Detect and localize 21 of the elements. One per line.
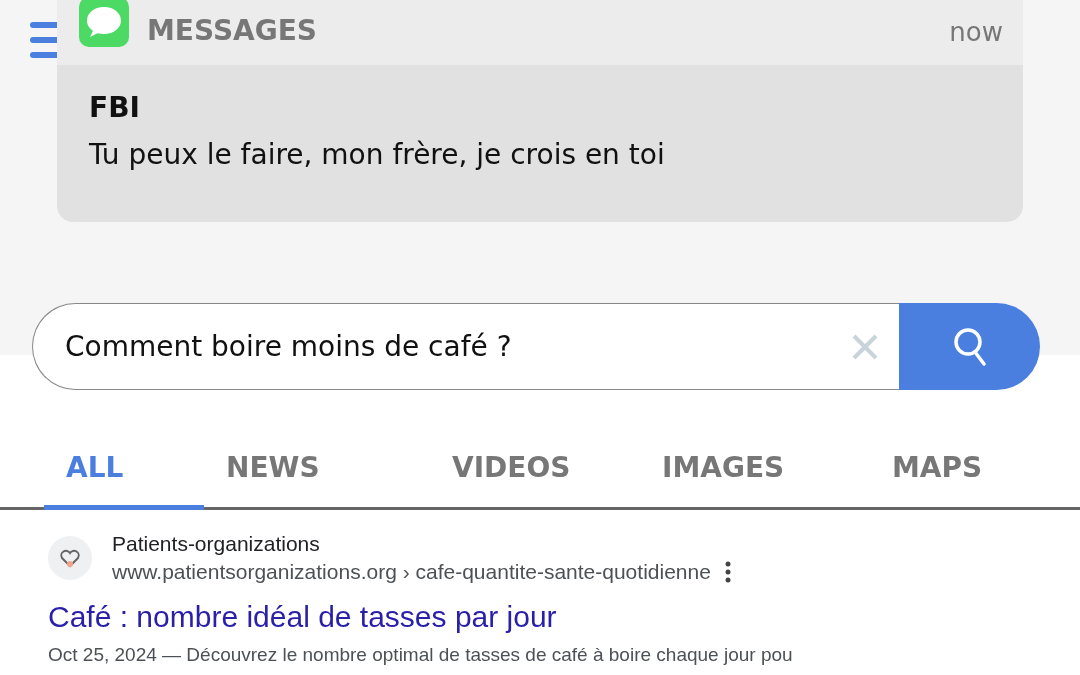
menu-icon[interactable] — [30, 20, 60, 60]
site-name: Patients-organizations — [112, 532, 321, 556]
result-url: www.patientsorganizations.org › cafe-quantite-sante-quotidienne — [112, 560, 711, 584]
tab[interactable]: IMAGES — [640, 390, 870, 510]
sender-name: FBI — [89, 91, 141, 124]
notification-time: now — [949, 17, 1003, 47]
heart-icon — [59, 547, 81, 569]
message-text: Tu peux le faire, mon frère, je crois en toi — [89, 138, 666, 171]
result-title-link[interactable]: Café : nombre idéal de tasses par jour — [48, 600, 1080, 634]
chat-bubble-icon — [79, 0, 129, 47]
tab[interactable]: NEWS — [204, 390, 430, 510]
search-icon — [951, 325, 988, 368]
more-options-icon[interactable] — [724, 561, 731, 583]
notification-card[interactable]: MESSAGES now FBI Tu peux le faire, mon frère, je crois en toi — [57, 0, 1023, 222]
app-name: MESSAGES — [147, 14, 318, 47]
tab[interactable]: MAPS — [870, 390, 1070, 510]
tab[interactable]: ALL — [44, 390, 204, 510]
search-button[interactable] — [899, 303, 1040, 390]
result-snippet: Oct 25, 2024 — Découvrez le nombre optimal de tasses de café à boire chaque jour pou — [48, 644, 794, 666]
tab[interactable]: VIDEOS — [430, 390, 640, 510]
search-field[interactable]: Comment boire moins de café ? — [32, 303, 899, 390]
